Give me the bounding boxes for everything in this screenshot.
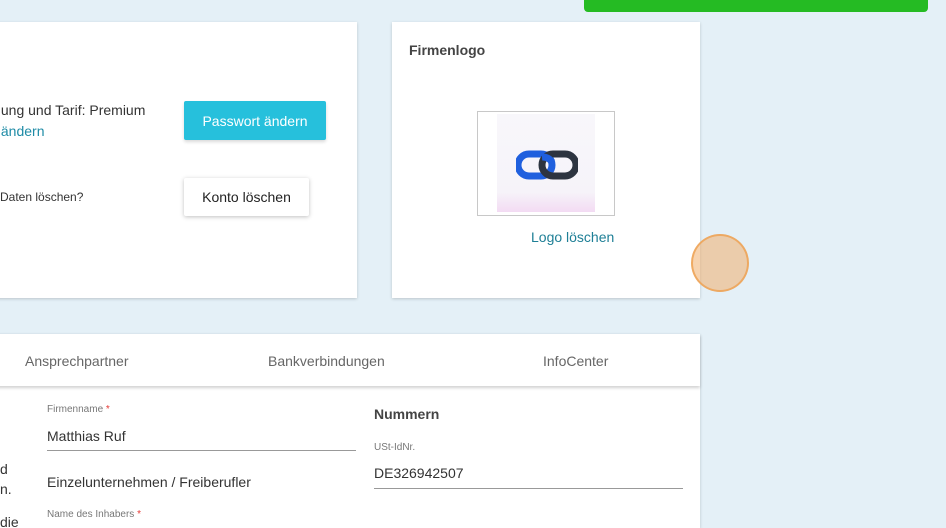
- tab-bankverbindungen[interactable]: Bankverbindungen: [268, 353, 385, 369]
- company-name-underline: [47, 450, 356, 451]
- left-fragment-2: n.: [0, 481, 12, 497]
- vat-id-label: USt-IdNr.: [374, 442, 416, 453]
- vat-id-input[interactable]: DE326942507: [374, 465, 464, 481]
- tab-ansprechpartner[interactable]: Ansprechpartner: [25, 353, 129, 369]
- chain-link-icon: [516, 150, 578, 180]
- numbers-section-title: Nummern: [374, 406, 440, 422]
- tab-infocenter[interactable]: InfoCenter: [543, 353, 608, 369]
- logo-image: [497, 114, 595, 212]
- company-details-card: Ansprechpartner Bankverbindungen InfoCen…: [0, 334, 700, 528]
- delete-logo-link[interactable]: Logo löschen: [531, 229, 614, 245]
- left-fragment-3: die: [0, 514, 19, 528]
- delete-data-question: e Daten löschen?: [0, 190, 84, 204]
- company-type-select[interactable]: Einzelunternehmen / Freiberufler: [47, 474, 251, 490]
- success-notification-bar: [584, 0, 928, 12]
- owner-name-label: Name des Inhabers *: [47, 509, 141, 520]
- company-name-input[interactable]: Matthias Ruf: [47, 428, 126, 444]
- change-password-button[interactable]: Passwort ändern: [184, 101, 326, 140]
- logo-card-title: Firmenlogo: [409, 42, 486, 58]
- delete-account-button[interactable]: Konto löschen: [184, 178, 309, 216]
- logo-preview[interactable]: [477, 111, 615, 216]
- change-plan-link[interactable]: if ändern: [0, 123, 44, 139]
- company-logo-card: Firmenlogo Logo löschen: [392, 22, 700, 298]
- plan-info-text: alung und Tarif: Premium: [0, 102, 146, 118]
- vat-id-underline: [374, 488, 683, 489]
- company-name-label: Firmenname *: [47, 404, 110, 415]
- click-indicator: [691, 234, 749, 292]
- account-card: alung und Tarif: Premium if ändern Passw…: [0, 22, 357, 298]
- tab-bar: Ansprechpartner Bankverbindungen InfoCen…: [0, 334, 700, 386]
- left-fragment-1: d: [0, 461, 8, 477]
